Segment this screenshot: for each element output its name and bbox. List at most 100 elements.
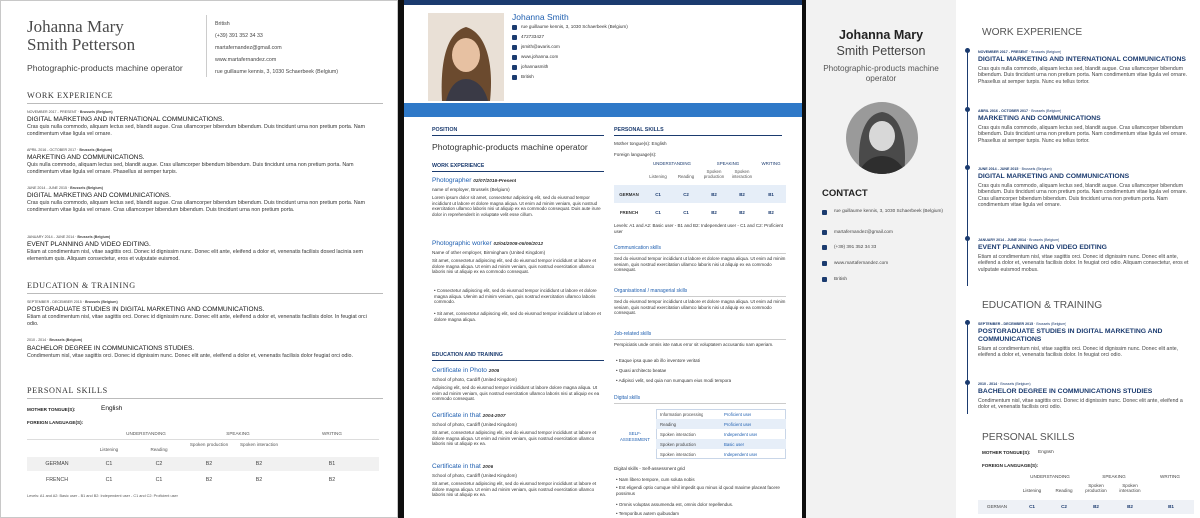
cv3-edu-date: SEPTEMBER - DECEMBER 2015 [978,322,1034,326]
cv3-work-title: EVENT PLANNING AND VIDEO EDITING [978,244,1107,251]
cv3-edu-date: 2010 - 2014 [978,382,998,386]
cv3-edu-body: Condimentum nisl, vitae sagittis orci. D… [978,398,1183,411]
timeline-dot [965,165,970,170]
cv2-digital-value: Independent user [724,452,758,457]
cv3-work-date: NOVEMBER 2017 - PRESENT [978,50,1028,54]
cv3-timeline [967,320,968,414]
cv2-digital-value: Proficient user [724,412,752,417]
cv3-work-title: DIGITAL MARKETING AND COMMUNICATIONS [978,173,1130,180]
cv3-edu-heading: EDUCATION & TRAINING [982,300,1103,311]
cv3-work-body: Cras quis nulla commodo, aliquam lectus … [978,66,1188,85]
cv2-website[interactable]: www.johanna.com [521,54,558,59]
cv2-job-date: 02/04/2008-05/06/2012 [493,242,544,247]
location-icon [512,25,517,30]
cv2-cert-body: Adipiscing elit, sed do eiusmod tempor i… [432,385,600,402]
cv2-digital-key: Spoken production [660,442,696,447]
cv3-work-date: JANUARY 2014 - JUNE 2014 [978,238,1026,242]
cv1-sub-listening: Listening [99,447,119,452]
cv1-header-divider [206,15,207,77]
list-item: • Est eligendi optio cumque nihil impedi… [616,485,780,496]
cv1-edu-heading: EDUCATION & TRAINING [27,281,136,290]
cv3-edu-title: POSTGRADUATE STUDIES IN DIGITAL MARKETIN… [978,328,1163,343]
cv3-work-title: DIGITAL MARKETING AND INTERNATIONAL COMM… [978,56,1186,63]
cv1-skills-heading: PERSONAL SKILLS [27,386,108,395]
cv2-sub-spoken-production: Spoken production [703,169,725,179]
list-item: • Consectetur adipiscing elit, sed do ei… [434,288,597,305]
cv2-digital-bullet: Est eligendi optio cumque nihil impedit … [616,485,780,496]
cv1-work-date: JANUARY 2014 - JUNE 2014 [27,235,75,239]
cv1-work-body: Cras quis nulla commodo, aliquam lectus … [27,124,365,137]
cv-template-classic[interactable]: Johanna Mary Smith Petterson Photographi… [0,0,398,518]
timeline-dot [965,236,970,241]
cv2-sub-listening: Listening [649,174,667,179]
cv3-website: www.martafernandez.com [834,260,889,265]
cv3-address: rue guillaume kennis, 3, 1030 Schaerbeek… [834,208,943,213]
cv1-grp-speaking: SPEAKING [226,431,250,436]
cv1-levels-note: Levels: A1 and A2: Basic user - B1 and B… [27,494,178,498]
cv2-row-lang: FRENCH [619,210,639,215]
cv2-cert-date: 2008 [488,369,500,374]
flag-icon [822,277,827,282]
cv1-work-date: NOVEMBER 2017 - PRESENT [27,110,77,114]
cv1-row-lang: GERMAN [45,461,69,467]
cv3-cell: C2 [1061,504,1067,509]
cv1-email: martafernandez@gmail.com [215,45,282,51]
cv2-foreign: Foreign language(s): [614,152,657,157]
cv1-name-line1: Johanna Mary [27,17,124,36]
mail-icon [512,45,517,50]
cv2-cert-school: School of photo, Cardiff (United Kingdom… [432,377,517,382]
cv2-rule [614,296,786,297]
cv3-sub-spoken-production: Spoken production [1085,483,1107,493]
cv2-cert-date: 2006 [482,465,494,470]
cv3-edu-title: BACHELOR DEGREE IN COMMUNICATIONS STUDIE… [978,388,1153,395]
cv3-job-title: Photographic-products machine operator [823,64,939,83]
cv3-mother-label: MOTHER TONGUE(S): [982,450,1031,455]
cv2-grp-understanding: UNDERSTANDING [653,161,691,166]
messenger-icon [512,65,517,70]
cv2-mother: Mother tongue(s): English [614,141,667,146]
cv2-rule [614,253,786,254]
cv1-mother-label: MOTHER TONGUE(S): [27,407,76,412]
cv1-edu-loc: Brussels (Belgium) [84,300,118,304]
cv3-row-lang: GERMAN [986,504,1008,509]
cv2-row-lang: GERMAN [619,192,639,197]
cv1-work-loc: Brussels (Belgium) [79,110,113,114]
cv3-work-heading: WORK EXPERIENCE [982,27,1083,38]
timeline-dot [965,48,970,53]
cv2-jobskill-bullet: Eaque ipsa quae ab illo inventore verita… [618,358,700,363]
cv2-cert-title: Certificate in that [432,412,481,419]
phone-icon [822,245,827,250]
cv-template-europass[interactable]: Johanna Smith rue guillaume kennis, 3, 1… [404,0,802,518]
cv3-phone: (+39) 391 352 34 33 [834,244,877,249]
cv-template-modern[interactable]: Johanna Mary Smith Petterson Photographi… [806,0,1200,518]
cv2-org-title: Organisational / managerial skills [614,288,688,294]
cv3-grp-speaking: SPEAKING [1102,474,1126,479]
cv2-address: rue guillaume kennis, 3, 1030 Schaerbeek… [521,24,628,29]
portrait-photo [428,13,504,101]
cv2-job-employer: Name of other employer, Birmingham (Unit… [432,250,546,255]
cv2-cell: B1 [768,192,774,197]
cv2-cell: B2 [711,192,717,197]
cv2-position-label: POSITION [432,127,458,133]
cv1-cell: C1 [105,477,113,483]
cv2-nationality: British [521,74,534,79]
cv2-bullet: Sit amet, consectetur adipiscing elit, s… [434,311,601,322]
cv2-sub-spoken-interaction: Spoken interaction [731,169,753,179]
cv2-cell: B2 [711,210,717,215]
cv1-edu-rule [27,293,383,294]
cv2-digital-key: Information processing [660,412,704,417]
cv3-cell: C1 [1029,504,1035,509]
cv1-cell: B2 [255,461,263,467]
cv1-cell: B2 [205,477,213,483]
cv2-rule [432,135,604,136]
cv3-mother-value: English [1038,450,1054,455]
cv3-grp-understanding: UNDERSTANDING [1030,474,1070,479]
cv3-work-body: Etiam at condimentum nisl, vitae sagitti… [978,254,1189,273]
cv3-work-loc: Brussels (Belgium) [1031,50,1062,54]
cv2-digital-key: Reading [660,422,677,427]
cv2-job-body: Lorem ipsum dolor sit amet, consectetur … [432,195,601,217]
cv2-digital-bullet: Nam libero tempore, cum soluta nobis [618,477,695,482]
cv1-sub-spoken-production: Spoken production [189,442,229,447]
cv1-mother-value: English [101,405,123,412]
cv1-edu-date: SEPTEMBER - DECEMBER 2015 [27,300,82,304]
